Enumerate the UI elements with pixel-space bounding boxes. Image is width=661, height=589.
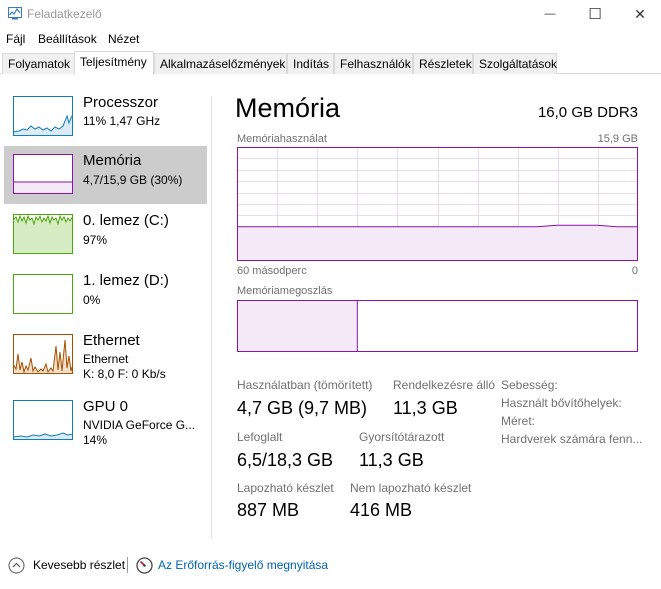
sidebar-cpu-value: 11% 1,47 GHz: [83, 114, 161, 128]
sidebar-disk-1-value: 0%: [83, 293, 101, 307]
hardware-reserved-label: Hardverek számára fenn...: [501, 432, 643, 446]
sidebar-disk-1-title: 1. lemez (D:): [83, 272, 169, 289]
sidebar-gpu-value: 14%: [83, 433, 108, 447]
tab-users[interactable]: Felhasználók: [334, 53, 413, 74]
memory-composition-label: Memóriamegoszlás: [237, 285, 333, 297]
cpu-thumbnail-graph: [13, 96, 73, 136]
fewer-details-button[interactable]: Kevesebb részlet: [33, 558, 125, 572]
paged-pool-label: Lapozható készlet: [237, 481, 334, 495]
tab-performance[interactable]: Teljesítmény: [74, 51, 154, 75]
tab-bar: Folyamatok Teljesítmény Alkalmazáselőzmé…: [0, 51, 661, 75]
in-use-label: Használatban (tömörített): [237, 378, 373, 392]
minimize-icon: —: [544, 8, 556, 20]
window-title: Feladatkezelő: [27, 7, 102, 21]
composition-in-use-segment: [237, 300, 358, 352]
sidebar-gpu-title: GPU 0: [83, 398, 129, 415]
cached-value: 11,3 GB: [359, 450, 424, 470]
memory-usage-area: [237, 225, 638, 261]
menu-options[interactable]: Beállítások: [38, 32, 97, 46]
tab-app-history[interactable]: Alkalmazáselőzmények: [154, 53, 287, 74]
disk-0-thumbnail-graph: [13, 214, 73, 254]
sidebar-ethernet-name: Ethernet: [83, 352, 129, 366]
menu-bar: Fájl Beállítások Nézet: [0, 29, 661, 49]
nonpaged-pool-label: Nem lapozható készlet: [350, 481, 472, 495]
tab-processes[interactable]: Folyamatok: [2, 53, 75, 74]
tab-details[interactable]: Részletek: [413, 53, 473, 74]
footer-divider: [127, 557, 128, 573]
time-axis-left: 60 másodperc: [237, 265, 307, 277]
minimize-button[interactable]: —: [527, 0, 573, 28]
sidebar-gpu-name: NVIDIA GeForce G...: [83, 418, 196, 432]
tab-startup[interactable]: Indítás: [287, 53, 334, 74]
slots-used-label: Használt bővítőhelyek:: [501, 396, 622, 410]
time-axis-right: 0: [631, 265, 638, 277]
memory-thumbnail-graph: [13, 154, 73, 194]
close-icon: ✕: [634, 5, 646, 22]
sidebar-disk-0-value: 97%: [83, 233, 108, 247]
title-bar: Feladatkezelő — ☐ ✕: [0, 0, 661, 28]
resource-monitor-icon: [136, 557, 153, 574]
close-button[interactable]: ✕: [617, 0, 661, 28]
sidebar-ethernet-title: Ethernet: [83, 332, 140, 349]
maximize-icon: ☐: [588, 6, 602, 23]
in-use-value: 4,7 GB (9,7 MB): [237, 398, 368, 418]
sidebar-item-disk-0[interactable]: 0. lemez (C:) 97%: [4, 206, 207, 264]
committed-value: 6,5/18,3 GB: [237, 450, 334, 470]
sidebar-ethernet-rate: K: 8,0 F: 0 Kb/s: [83, 367, 166, 381]
gpu-thumbnail-graph: [13, 400, 73, 440]
memory-usage-max: 15,9 GB: [597, 133, 638, 145]
committed-label: Lefoglalt: [237, 430, 283, 444]
sidebar-item-gpu[interactable]: GPU 0 NVIDIA GeForce G... 14%: [4, 392, 207, 450]
ethernet-thumbnail-graph: [13, 334, 73, 374]
chevron-up-circle-icon[interactable]: [8, 557, 25, 574]
nonpaged-pool-value: 416 MB: [350, 500, 413, 520]
task-manager-icon: [8, 7, 22, 20]
available-label: Rendelkezésre álló: [393, 378, 496, 392]
page-title: Memória: [235, 93, 341, 123]
panel-divider: [211, 96, 212, 538]
memory-usage-graph: [237, 147, 638, 261]
menu-file[interactable]: Fájl: [6, 32, 25, 46]
footer: Kevesebb részlet Az Erőforrás-figyelő me…: [0, 552, 661, 580]
sidebar-item-cpu[interactable]: Processzor 11% 1,47 GHz: [4, 88, 207, 146]
disk-1-thumbnail-graph: [13, 274, 73, 314]
sidebar-item-ethernet[interactable]: Ethernet Ethernet K: 8,0 F: 0 Kb/s: [4, 326, 207, 384]
speed-label: Sebesség:: [501, 378, 558, 392]
menu-view[interactable]: Nézet: [108, 32, 139, 46]
available-value: 11,3 GB: [393, 398, 458, 418]
form-factor-label: Méret:: [501, 414, 536, 428]
sidebar-memory-title: Memória: [83, 152, 142, 169]
memory-composition-bar: [237, 300, 638, 352]
sidebar-item-memory[interactable]: Memória 4,7/15,9 GB (30%): [4, 146, 207, 204]
memory-usage-label: Memóriahasználat: [237, 133, 327, 145]
sidebar-disk-0-title: 0. lemez (C:): [83, 212, 169, 229]
tab-services[interactable]: Szolgáltatások: [473, 53, 557, 74]
paged-pool-value: 887 MB: [237, 500, 300, 520]
maximize-button[interactable]: ☐: [572, 0, 618, 28]
sidebar-memory-value: 4,7/15,9 GB (30%): [83, 173, 183, 187]
cached-label: Gyorsítótárazott: [359, 430, 445, 444]
sidebar-item-disk-1[interactable]: 1. lemez (D:) 0%: [4, 266, 207, 324]
open-resource-monitor-link[interactable]: Az Erőforrás-figyelő megnyitása: [158, 558, 328, 572]
sidebar-cpu-title: Processzor: [83, 94, 159, 111]
memory-spec: 16,0 GB DDR3: [537, 104, 638, 121]
